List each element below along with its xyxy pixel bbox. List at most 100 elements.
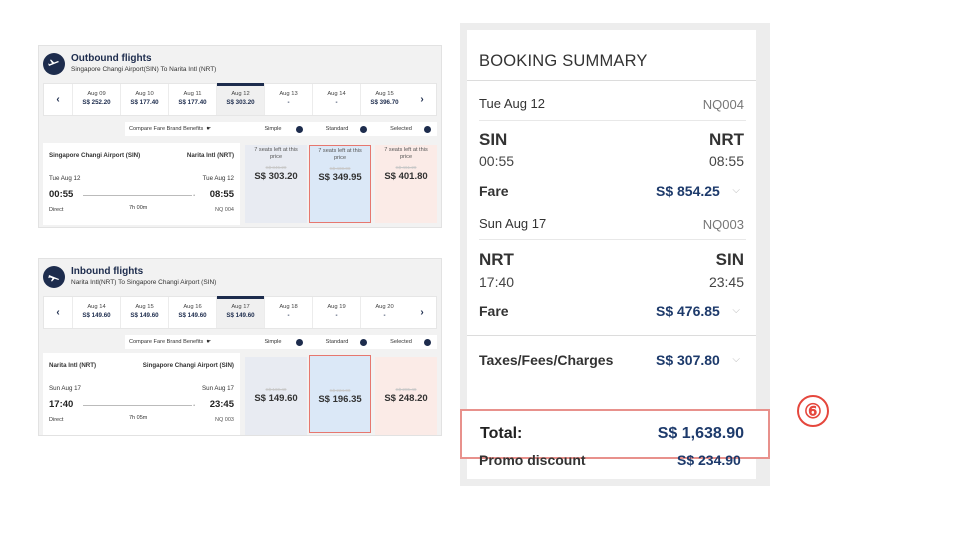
chevron-down-icon[interactable]: ⌵ <box>732 305 740 316</box>
divider <box>467 335 756 336</box>
divider <box>479 120 746 121</box>
compare-fare-link[interactable]: Compare Fare Brand Benefits ☛ <box>125 335 241 349</box>
leg2-destination-code: SIN <box>715 250 744 269</box>
inbound-flight-detail: Narita Intl (NRT) Singapore Changi Airpo… <box>43 353 240 435</box>
seats-left-text: 7 seats left at this price <box>254 147 298 160</box>
leg1-fare-amount[interactable]: S$ 854.25 <box>656 183 720 199</box>
info-icon[interactable] <box>296 338 303 346</box>
date-option[interactable]: Aug 19 - <box>312 297 360 328</box>
fare-option-standard[interactable]: 7 seats left at this price S$ 400.00 S$ … <box>309 145 371 223</box>
divider <box>479 239 746 240</box>
inbound-header: Inbound flights Narita Intl(NRT) To Sing… <box>39 259 441 295</box>
date-option[interactable]: Aug 11 S$ 177.40 <box>168 84 216 115</box>
info-icon[interactable] <box>360 338 367 346</box>
original-price: S$ 461.20 <box>395 165 417 170</box>
date-price: - <box>287 312 290 319</box>
promo-label: Promo discount <box>479 452 586 468</box>
leg1-arrival-time: 08:55 <box>708 153 744 169</box>
date-option[interactable]: Aug 13 - <box>264 84 312 115</box>
date-label: Aug 16 <box>183 304 202 310</box>
brand-standard: Standard <box>305 335 369 349</box>
compare-fare-link[interactable]: Compare Fare Brand Benefits ☛ <box>125 122 241 136</box>
original-price: S$ 169.40 <box>265 387 287 392</box>
stops-label: Direct <box>49 207 64 213</box>
flight-number: NQ 003 <box>215 417 234 423</box>
date-price: S$ 149.60 <box>178 312 207 319</box>
fare-option-selected[interactable]: 7 seats left at this price S$ 461.20 S$ … <box>375 145 437 223</box>
date-option-selected[interactable]: Aug 17 S$ 149.60 <box>216 296 264 328</box>
date-price: S$ 149.60 <box>82 312 111 319</box>
inbound-panel: Inbound flights Narita Intl(NRT) To Sing… <box>38 258 442 436</box>
date-price: - <box>335 99 338 106</box>
fare-option-simple[interactable]: S$ 169.40 S$ 149.60 <box>245 357 307 435</box>
date-option[interactable]: Aug 20 - <box>360 297 408 328</box>
destination-airport: Singapore Changi Airport (SIN) <box>142 362 234 369</box>
leg1-departure-time: 00:55 <box>479 153 515 169</box>
inbound-title: Inbound flights <box>71 266 144 277</box>
divider <box>467 80 756 81</box>
date-option[interactable]: Aug 15 S$ 396.70 <box>360 84 408 115</box>
leg2-fare-amount[interactable]: S$ 476.85 <box>656 303 720 319</box>
date-label: Aug 09 <box>87 91 106 97</box>
fare-option-standard[interactable]: S$ 224.00 S$ 196.35 <box>309 355 371 433</box>
original-price: S$ 224.00 <box>329 388 351 393</box>
leg2-date: Sun Aug 17 <box>479 216 547 231</box>
info-icon[interactable] <box>424 125 431 133</box>
date-option[interactable]: Aug 15 S$ 149.60 <box>120 297 168 328</box>
date-option[interactable]: Aug 14 S$ 149.60 <box>72 297 120 328</box>
next-dates-button[interactable]: › <box>408 297 436 328</box>
seats-left-text: 7 seats left at this price <box>384 147 428 160</box>
date-label: Aug 15 <box>375 91 394 97</box>
destination-airport: Narita Intl (NRT) <box>186 152 234 159</box>
fare-price: S$ 149.60 <box>254 393 298 404</box>
date-label: Aug 14 <box>87 304 106 310</box>
step-number-badge: ⑥ <box>797 395 829 427</box>
date-option-selected[interactable]: Aug 12 S$ 303.20 <box>216 83 264 115</box>
hand-pointer-icon: ☛ <box>206 126 212 132</box>
compare-label: Compare Fare Brand Benefits <box>129 339 204 345</box>
leg1-date: Tue Aug 12 <box>479 96 546 111</box>
flight-number: NQ 004 <box>215 207 234 213</box>
date-option[interactable]: Aug 14 - <box>312 84 360 115</box>
taxes-amount[interactable]: S$ 307.80 <box>656 352 720 368</box>
date-label: Aug 10 <box>135 91 154 97</box>
inbound-route: Narita Intl(NRT) To Singapore Changi Air… <box>71 279 217 286</box>
leg2-flight-number: NQ003 <box>702 217 744 232</box>
date-option[interactable]: Aug 09 S$ 252.20 <box>72 84 120 115</box>
date-price: - <box>383 312 386 319</box>
fare-option-selected[interactable]: S$ 285.40 S$ 248.20 <box>375 357 437 435</box>
date-option[interactable]: Aug 10 S$ 177.40 <box>120 84 168 115</box>
date-label: Aug 12 <box>231 91 250 97</box>
arrival-time: 08:55 <box>209 189 234 200</box>
brand-simple: Simple <box>241 335 305 349</box>
taxes-label: Taxes/Fees/Charges <box>479 352 614 368</box>
plane-takeoff-icon <box>43 53 65 75</box>
brand-label: Standard <box>325 126 349 132</box>
chevron-down-icon[interactable]: ⌵ <box>732 185 740 196</box>
stops-label: Direct <box>49 417 64 423</box>
prev-dates-button[interactable]: ‹ <box>44 297 72 328</box>
fare-option-simple[interactable]: 7 seats left at this price S$ 345.20 S$ … <box>245 145 307 223</box>
date-option[interactable]: Aug 16 S$ 149.60 <box>168 297 216 328</box>
outbound-header: Outbound flights Singapore Changi Airpor… <box>39 46 441 82</box>
date-option[interactable]: Aug 18 - <box>264 297 312 328</box>
route-end-dot-icon: • <box>193 193 195 199</box>
original-price: S$ 400.00 <box>329 166 351 171</box>
date-price: S$ 396.70 <box>370 99 399 106</box>
booking-summary: BOOKING SUMMARY Tue Aug 12 NQ004 SIN NRT… <box>460 23 770 486</box>
brand-simple: Simple <box>241 122 305 136</box>
prev-dates-button[interactable]: ‹ <box>44 84 72 115</box>
brand-selected: Selected <box>369 122 433 136</box>
chevron-down-icon[interactable]: ⌵ <box>732 354 740 365</box>
brand-label: Selected <box>390 126 412 132</box>
info-icon[interactable] <box>424 338 431 346</box>
next-dates-button[interactable]: › <box>408 84 436 115</box>
info-icon[interactable] <box>360 125 367 133</box>
info-icon[interactable] <box>296 125 303 133</box>
duration-label: 7h 00m <box>129 205 148 211</box>
route-line <box>83 405 192 406</box>
leg1-destination-code: NRT <box>709 130 744 149</box>
date-price: S$ 303.20 <box>226 99 255 106</box>
total-label: Total: <box>480 425 523 442</box>
seats-left-text: 7 seats left at this price <box>318 148 362 161</box>
